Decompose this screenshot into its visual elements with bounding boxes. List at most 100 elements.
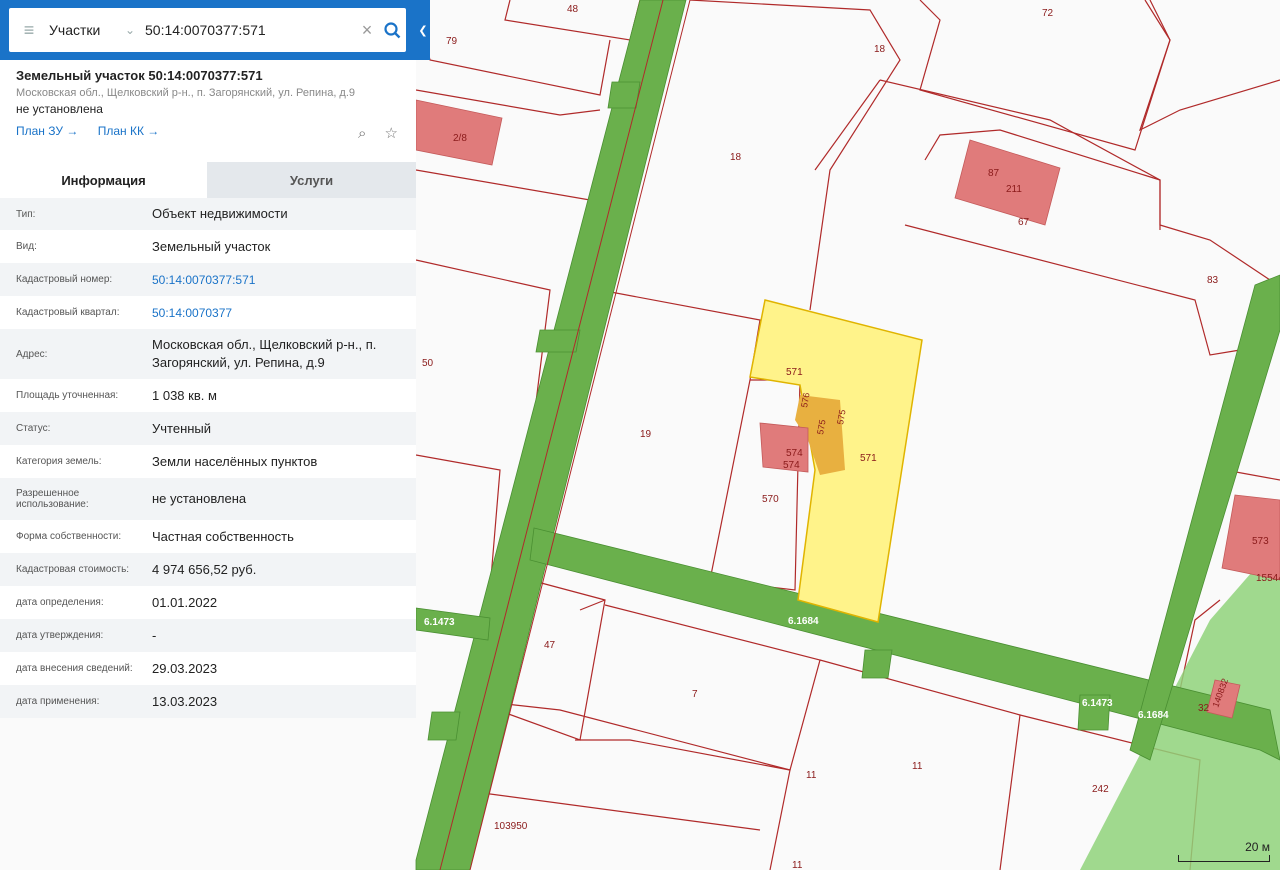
map-label: 11	[806, 770, 817, 781]
info-value: Частная собственность	[152, 528, 294, 544]
chevron-left-icon: ❮	[418, 24, 428, 37]
tab-information[interactable]: Информация	[0, 162, 207, 198]
plan-zu-link[interactable]: План ЗУ →	[16, 124, 78, 138]
object-title: Земельный участок 50:14:0070377:571	[16, 68, 263, 83]
info-row: Площадь уточненная: 1 038 кв. м	[0, 379, 416, 412]
road-stub	[861, 649, 893, 679]
info-value: Земельный участок	[152, 238, 271, 254]
info-row: Кадастровый квартал: 50:14:0070377	[0, 296, 416, 329]
info-value: Объект недвижимости	[152, 206, 288, 221]
info-value: Московская обл., Щелковский р-н., п. Заг…	[152, 337, 377, 370]
search-box: ≡ Участки ⌄ 50:14:0070377:571 ×	[9, 8, 406, 52]
info-value: 29.03.2023	[152, 660, 218, 676]
map-label: 7	[692, 689, 698, 700]
map-label: 211	[1006, 184, 1022, 195]
map-label: 47	[544, 640, 556, 651]
map-label: 83	[1207, 275, 1219, 286]
map-label: 67	[1018, 217, 1030, 228]
info-table: Тип: Объект недвижимости Вид: Земельный уча…	[0, 198, 416, 718]
road-stub	[607, 81, 641, 109]
parcel-boundary	[469, 699, 791, 870]
parcel-boundary	[1138, 0, 1280, 132]
object-status: не установлена	[16, 102, 103, 116]
info-key: дата внесения сведений:	[16, 663, 133, 674]
info-value-link[interactable]: 50:14:0070377	[152, 304, 416, 322]
clear-icon[interactable]: ×	[356, 20, 378, 41]
map-label: 32	[1198, 703, 1210, 714]
map-label: 6.1684	[1138, 710, 1169, 721]
collapse-panel-button[interactable]: ❮	[416, 0, 430, 60]
parcel-72	[919, 0, 1171, 151]
map-label: 72	[1042, 8, 1054, 19]
map-label: 50	[422, 358, 434, 369]
map-label: 6.1684	[788, 616, 819, 627]
info-key: Статус:	[16, 423, 51, 434]
zoom-to-object-icon[interactable]: ⌕	[358, 125, 366, 142]
building-573	[1221, 494, 1280, 581]
parcel-570	[709, 379, 801, 591]
card-tools: ⌕ ☆	[344, 124, 398, 142]
menu-icon[interactable]: ≡	[9, 20, 49, 41]
tab-services[interactable]: Услуги	[207, 162, 416, 198]
info-row: Кадастровая стоимость: 4 974 656,52 руб.	[0, 553, 416, 586]
map-label: 48	[567, 4, 579, 15]
scale-bar	[1178, 855, 1270, 862]
info-value: 4 974 656,52 руб.	[152, 561, 257, 577]
info-key: Кадастровый квартал:	[16, 307, 120, 318]
chevron-down-icon[interactable]: ⌄	[115, 23, 145, 37]
info-value: 13.03.2023	[152, 693, 218, 709]
info-panel: ≡ Участки ⌄ 50:14:0070377:571 × Земельны…	[0, 0, 416, 870]
favorite-star-icon[interactable]: ☆	[385, 125, 398, 142]
map-label: 87	[988, 168, 1000, 179]
map-label: 571	[786, 367, 803, 378]
info-key: Категория земель:	[16, 456, 102, 467]
parcel-boundary	[415, 454, 501, 591]
info-value: Учтенный	[152, 420, 212, 436]
info-row: дата внесения сведений: 29.03.2023	[0, 652, 416, 685]
info-value-link[interactable]: 50:14:0070377:571	[152, 271, 416, 289]
map-label: 570	[762, 494, 779, 505]
parcel-boundary	[415, 169, 591, 291]
plan-links: План ЗУ → План КК →	[16, 124, 400, 138]
info-key: Кадастровый номер:	[16, 274, 113, 285]
scale-label: 20 м	[1245, 840, 1270, 854]
info-key: дата определения:	[16, 597, 104, 608]
map-label: 573	[1252, 536, 1269, 547]
search-bar: ≡ Участки ⌄ 50:14:0070377:571 ×	[0, 0, 416, 60]
search-input[interactable]: 50:14:0070377:571	[145, 22, 356, 38]
info-row: Тип: Объект недвижимости	[0, 198, 416, 230]
info-row: Адрес: Московская обл., Щелковский р-н., …	[0, 329, 416, 379]
map-label: 11	[792, 860, 803, 870]
search-category[interactable]: Участки	[49, 22, 115, 38]
info-key: Вид:	[16, 241, 37, 252]
map-label: 79	[446, 36, 458, 47]
info-row: дата утверждения: -	[0, 619, 416, 652]
map-label: 6.1473	[424, 617, 455, 628]
map-label: 571	[860, 453, 877, 464]
info-key: дата применения:	[16, 696, 100, 707]
info-key: дата утверждения:	[16, 630, 104, 641]
map-label: 15544	[1256, 573, 1280, 584]
info-row: Вид: Земельный участок	[0, 230, 416, 263]
info-row: Разрешенное использование: не установлена	[0, 478, 416, 520]
object-address: Московская обл., Щелковский р-н., п. Заг…	[16, 87, 356, 99]
plan-kk-link[interactable]: План КК →	[98, 124, 160, 138]
info-value: Земли населённых пунктов	[152, 453, 318, 469]
info-row: Кадастровый номер: 50:14:0070377:571	[0, 263, 416, 296]
info-key: Тип:	[16, 208, 36, 220]
map-label: 19	[640, 429, 652, 440]
info-row: Категория земель: Земли населённых пункто…	[0, 445, 416, 478]
info-value: -	[152, 627, 157, 643]
parcel-79	[415, 0, 611, 96]
info-row: дата определения: 01.01.2022	[0, 586, 416, 619]
info-key: Площадь уточненная:	[16, 390, 119, 401]
search-icon[interactable]	[378, 20, 406, 41]
map-scale: 20 м	[1178, 840, 1270, 862]
parcel-boundary	[579, 599, 606, 611]
info-row: дата применения: 13.03.2023	[0, 685, 416, 718]
building-211	[954, 139, 1061, 226]
info-row: Статус: Учтенный	[0, 412, 416, 445]
info-row: Форма собственности: Частная собственност…	[0, 520, 416, 553]
info-key: Кадастровая стоимость:	[16, 564, 130, 575]
road-stub	[427, 711, 461, 741]
